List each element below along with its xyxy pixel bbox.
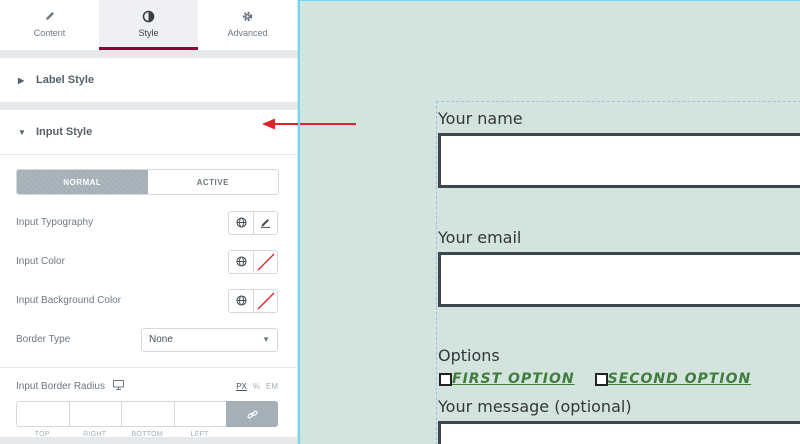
color-picker-empty-icon[interactable] — [253, 250, 277, 273]
unit-px[interactable]: PX — [236, 382, 247, 391]
state-switcher: NORMAL ACTIVE — [16, 169, 279, 195]
editor-panel: Content Style Advanced ▶ Label Style ▼ I… — [0, 0, 298, 444]
tab-style[interactable]: Style — [99, 0, 198, 50]
background-color-buttons — [228, 288, 278, 313]
border-type-value: None — [149, 334, 173, 345]
gear-icon — [241, 9, 255, 23]
input-background-color-control: Input Background Color — [0, 281, 297, 320]
tab-advanced-label: Advanced — [227, 28, 268, 38]
checkbox[interactable] — [439, 372, 452, 386]
border-radius-inputs — [16, 401, 278, 427]
section-gap — [0, 50, 297, 58]
second-option[interactable]: SECOND OPTION — [594, 371, 752, 387]
checkbox[interactable] — [594, 372, 608, 386]
color-buttons — [228, 249, 278, 274]
first-option-label: FIRST OPTION — [452, 371, 575, 387]
input-style-section-toggle[interactable]: ▼ Input Style — [0, 110, 297, 154]
section-gap — [0, 102, 297, 110]
options-group: FIRST OPTION SECOND OPTION — [439, 371, 771, 387]
input-typography-label: Input Typography — [16, 217, 94, 228]
chevron-down-icon: ▼ — [262, 335, 270, 344]
radius-right-input[interactable] — [68, 401, 121, 427]
pencil-icon — [43, 9, 57, 23]
border-type-control: Border Type None ▼ — [0, 320, 297, 359]
tab-content-label: Content — [33, 28, 66, 38]
link-values-icon[interactable] — [226, 401, 278, 427]
unit-percent[interactable]: % — [253, 382, 260, 391]
border-radius-label: Input Border Radius — [16, 380, 105, 392]
divider — [0, 367, 297, 368]
unit-selector: PX % EM — [236, 382, 278, 391]
desktop-icon[interactable] — [112, 379, 124, 393]
panel-footer-gap — [0, 437, 297, 444]
border-type-select[interactable]: None ▼ — [141, 327, 278, 352]
message-label: Your message (optional) — [438, 397, 632, 416]
edit-pencil-icon[interactable] — [253, 211, 277, 234]
radius-top-input[interactable] — [16, 401, 69, 427]
name-label: Your name — [438, 109, 523, 128]
radius-left-input[interactable] — [173, 401, 226, 427]
global-icon[interactable] — [229, 250, 253, 273]
second-option-label: SECOND OPTION — [607, 371, 752, 387]
message-textarea[interactable] — [438, 421, 800, 444]
tab-content[interactable]: Content — [0, 0, 99, 50]
border-radius-control: Input Border Radius PX % EM — [0, 374, 297, 398]
label-style-title: Label Style — [36, 74, 95, 86]
caret-right-icon: ▶ — [18, 75, 25, 85]
input-color-label: Input Color — [16, 256, 65, 267]
preview-canvas: Your name Your email Options FIRST OPTIO… — [298, 0, 800, 444]
first-option[interactable]: FIRST OPTION — [439, 371, 575, 387]
label-style-section-toggle[interactable]: ▶ Label Style — [0, 58, 297, 102]
active-state-button[interactable]: ACTIVE — [148, 170, 279, 194]
normal-state-button[interactable]: NORMAL — [17, 170, 148, 194]
global-icon[interactable] — [229, 289, 253, 312]
global-icon[interactable] — [229, 211, 253, 234]
panel-tabs: Content Style Advanced — [0, 0, 297, 50]
email-input[interactable] — [438, 252, 800, 307]
options-label: Options — [438, 346, 500, 365]
tab-advanced[interactable]: Advanced — [198, 0, 297, 50]
border-type-label: Border Type — [16, 334, 71, 345]
email-label: Your email — [438, 228, 522, 247]
caret-down-icon: ▼ — [18, 127, 26, 137]
color-picker-empty-icon[interactable] — [253, 289, 277, 312]
tab-style-label: Style — [138, 28, 159, 38]
name-input[interactable] — [438, 133, 800, 188]
typography-buttons — [228, 210, 278, 235]
half-circle-icon — [142, 9, 156, 23]
input-typography-control: Input Typography — [0, 203, 297, 242]
input-style-body: NORMAL ACTIVE Input Typography Input Col… — [0, 154, 297, 438]
input-style-title: Input Style — [36, 126, 93, 138]
input-background-color-label: Input Background Color — [16, 295, 122, 306]
radius-bottom-input[interactable] — [121, 401, 174, 427]
input-color-control: Input Color — [0, 242, 297, 281]
unit-em[interactable]: EM — [266, 382, 278, 391]
